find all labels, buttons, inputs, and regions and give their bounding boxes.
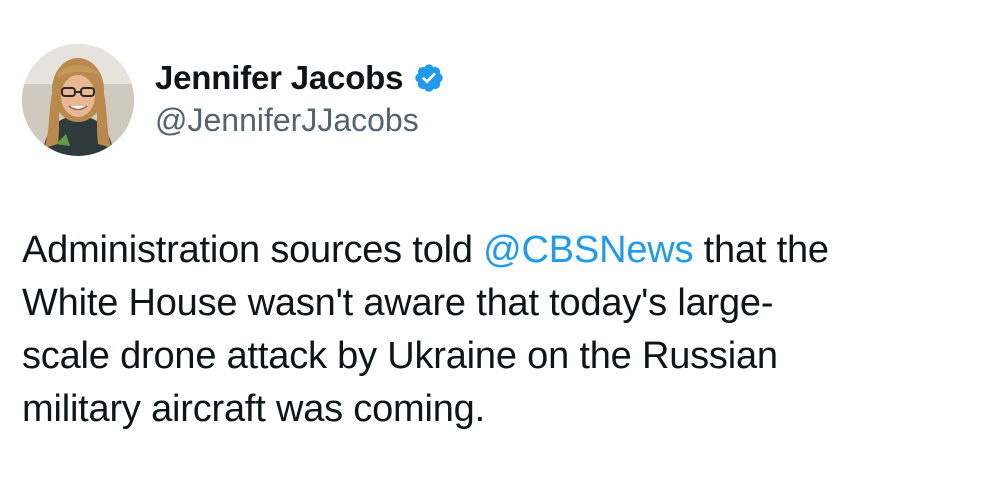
avatar[interactable] bbox=[22, 44, 134, 156]
tweet-text: Administration sources told @CBSNews tha… bbox=[22, 224, 982, 436]
verified-badge-icon bbox=[413, 62, 445, 94]
tweet-line-1: Administration sources told @CBSNews tha… bbox=[22, 224, 982, 277]
display-name[interactable]: Jennifer Jacobs bbox=[155, 59, 403, 97]
tweet-line-4: military aircraft was coming. bbox=[22, 388, 485, 430]
user-handle[interactable]: @JenniferJJacobs bbox=[155, 102, 419, 139]
tweet-card: Jennifer Jacobs @JenniferJJacobs Adminis… bbox=[0, 0, 1000, 497]
author-name-row: Jennifer Jacobs bbox=[155, 56, 445, 100]
tweet-line-3: scale drone attack by Ukraine on the Rus… bbox=[22, 335, 778, 377]
avatar-image bbox=[22, 44, 134, 156]
tweet-text-segment: Administration sources told bbox=[22, 229, 484, 271]
tweet-text-segment: that the bbox=[693, 229, 829, 271]
mention-link[interactable]: @CBSNews bbox=[483, 229, 693, 271]
tweet-line-2: White House wasn't aware that today's la… bbox=[22, 282, 774, 324]
